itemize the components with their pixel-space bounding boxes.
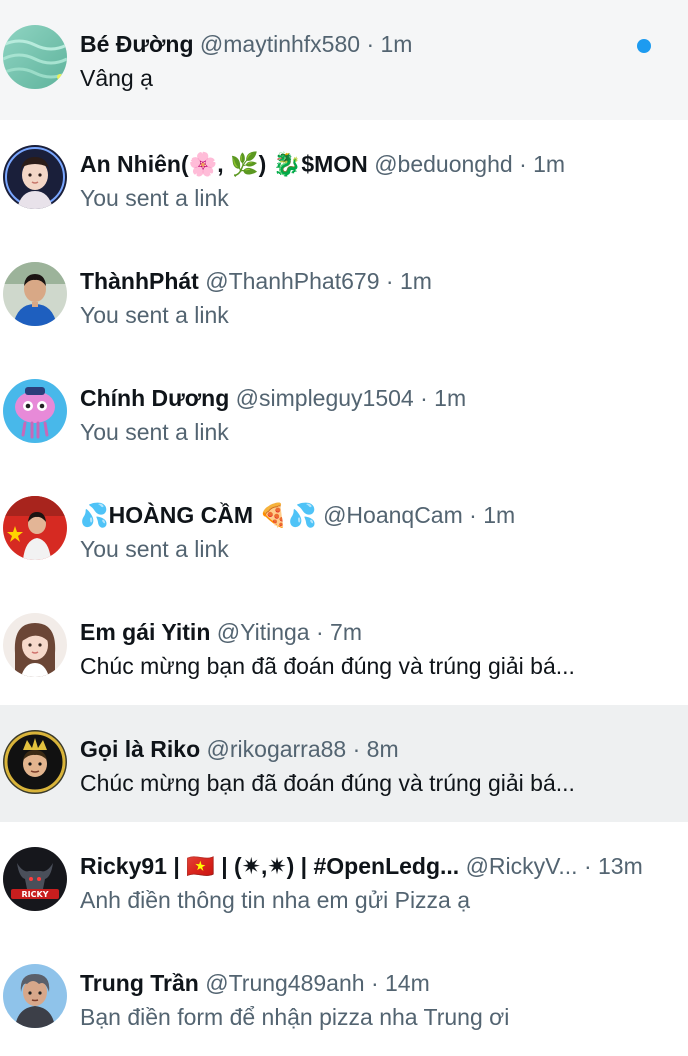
message-preview: Chúc mừng bạn đã đoán đúng và trúng giải… <box>80 653 575 679</box>
conversation-header: ThànhPhát @ThanhPhat679 · 1m <box>80 265 668 297</box>
avatar[interactable] <box>3 145 67 209</box>
conversation-header: Bé Đường @maytinhfx580 · 1m <box>80 28 668 60</box>
svg-text:RICKY: RICKY <box>22 890 49 899</box>
timestamp: 1m <box>434 385 467 411</box>
timestamp: 8m <box>366 736 399 762</box>
user-handle: @rikogarra88 <box>206 736 347 762</box>
conversation-header: Trung Trần @Trung489anh · 14m <box>80 967 668 999</box>
message-preview: Bạn điền form để nhận pizza nha Trung ơi <box>80 1004 510 1030</box>
avatar[interactable] <box>3 730 67 794</box>
avatar[interactable] <box>3 613 67 677</box>
user-handle: @beduonghd <box>374 151 513 177</box>
conversation-row[interactable]: 💦HOÀNG CẦM 🍕💦 @HoanqCam · 1m You sent a … <box>0 471 688 588</box>
avatar[interactable] <box>3 964 67 1028</box>
user-handle: @RickyV... <box>465 853 578 879</box>
user-handle: @Trung489anh <box>205 970 365 996</box>
green-water-avatar-icon <box>3 25 67 89</box>
avatar[interactable] <box>3 25 67 89</box>
flag-crowd-avatar-icon <box>3 496 67 560</box>
separator-dot: · <box>315 619 324 645</box>
timestamp: 1m <box>533 151 566 177</box>
timestamp: 13m <box>598 853 643 879</box>
display-name: Bé Đường <box>80 31 194 57</box>
conversation-row[interactable]: RICKY Ricky91 | 🇻🇳 | (✷,✷) | #OpenLedg..… <box>0 822 688 939</box>
message-preview: You sent a link <box>80 302 229 328</box>
avatar[interactable] <box>3 496 67 560</box>
timestamp: 14m <box>385 970 430 996</box>
display-name: Trung Trần <box>80 970 199 996</box>
unread-indicator-icon <box>637 39 651 53</box>
timestamp: 1m <box>399 268 432 294</box>
ricky-bull-logo-avatar-icon: RICKY <box>3 847 67 911</box>
display-name: 💦HOÀNG CẦM 🍕💦 <box>80 502 317 528</box>
conversation-row[interactable]: Trung Trần @Trung489anh · 14m Bạn điền f… <box>0 939 688 1056</box>
display-name: Em gái Yitin <box>80 619 211 645</box>
display-name: An Nhiên(🌸, 🌿) 🐉$MON <box>80 151 368 177</box>
separator-dot: · <box>385 268 394 294</box>
message-preview: You sent a link <box>80 185 229 211</box>
separator-dot: · <box>583 853 592 879</box>
message-preview: Chúc mừng bạn đã đoán đúng và trúng giải… <box>80 770 575 796</box>
conversation-row[interactable]: Bé Đường @maytinhfx580 · 1m Vâng ạ <box>0 0 688 120</box>
separator-dot: · <box>420 385 428 411</box>
user-handle: @simpleguy1504 <box>235 385 414 411</box>
conversation-header: An Nhiên(🌸, 🌿) 🐉$MON @beduonghd · 1m <box>80 148 668 180</box>
conversation-header: Ricky91 | 🇻🇳 | (✷,✷) | #OpenLedg... @Ric… <box>80 850 668 882</box>
user-handle: @ThanhPhat679 <box>205 268 380 294</box>
conversation-row[interactable]: Gọi là Riko @rikogarra88 · 8m Chúc mừng … <box>0 705 688 822</box>
cartoon-creature-avatar-icon <box>3 379 67 443</box>
timestamp: 1m <box>483 502 516 528</box>
girl-selfie-avatar-icon <box>3 613 67 677</box>
display-name: Ricky91 | 🇻🇳 | (✷,✷) | #OpenLedg... <box>80 853 460 879</box>
girl-avatar-icon <box>3 145 67 209</box>
user-handle: @HoanqCam <box>323 502 463 528</box>
message-preview: You sent a link <box>80 536 229 562</box>
avatar[interactable] <box>3 262 67 326</box>
user-handle: @Yitinga <box>216 619 310 645</box>
timestamp: 7m <box>330 619 362 645</box>
message-preview: Vâng ạ <box>80 65 153 91</box>
separator-dot: · <box>469 502 477 528</box>
separator-dot: · <box>352 736 361 762</box>
conversation-header: Gọi là Riko @rikogarra88 · 8m <box>80 733 668 765</box>
boy-blue-shirt-avatar-icon <box>3 262 67 326</box>
display-name: Gọi là Riko <box>80 736 201 762</box>
display-name: ThànhPhát <box>80 268 199 294</box>
display-name: Chính Dương <box>80 385 230 411</box>
conversation-list: Bé Đường @maytinhfx580 · 1m Vâng ạ An Nh… <box>0 0 688 1056</box>
conversation-header: 💦HOÀNG CẦM 🍕💦 @HoanqCam · 1m <box>80 499 668 531</box>
conversation-header: Chính Dương @simpleguy1504 · 1m <box>80 382 668 414</box>
conversation-header: Em gái Yitin @Yitinga · 7m <box>80 616 668 648</box>
conversation-row[interactable]: Chính Dương @simpleguy1504 · 1m You sent… <box>0 354 688 471</box>
anime-boy-avatar-icon <box>3 964 67 1028</box>
message-preview: Anh điền thông tin nha em gửi Pizza ạ <box>80 887 471 913</box>
timestamp: 1m <box>380 31 413 57</box>
avatar[interactable]: RICKY <box>3 847 67 911</box>
message-preview: You sent a link <box>80 419 229 445</box>
separator-dot: · <box>366 31 375 57</box>
avatar[interactable] <box>3 379 67 443</box>
user-handle: @maytinhfx580 <box>199 31 361 57</box>
crowned-character-avatar-icon <box>3 730 67 794</box>
separator-dot: · <box>519 151 527 177</box>
conversation-row[interactable]: An Nhiên(🌸, 🌿) 🐉$MON @beduonghd · 1m You… <box>0 120 688 237</box>
separator-dot: · <box>370 970 379 996</box>
conversation-row[interactable]: Em gái Yitin @Yitinga · 7m Chúc mừng bạn… <box>0 588 688 705</box>
conversation-row[interactable]: ThànhPhát @ThanhPhat679 · 1m You sent a … <box>0 237 688 354</box>
